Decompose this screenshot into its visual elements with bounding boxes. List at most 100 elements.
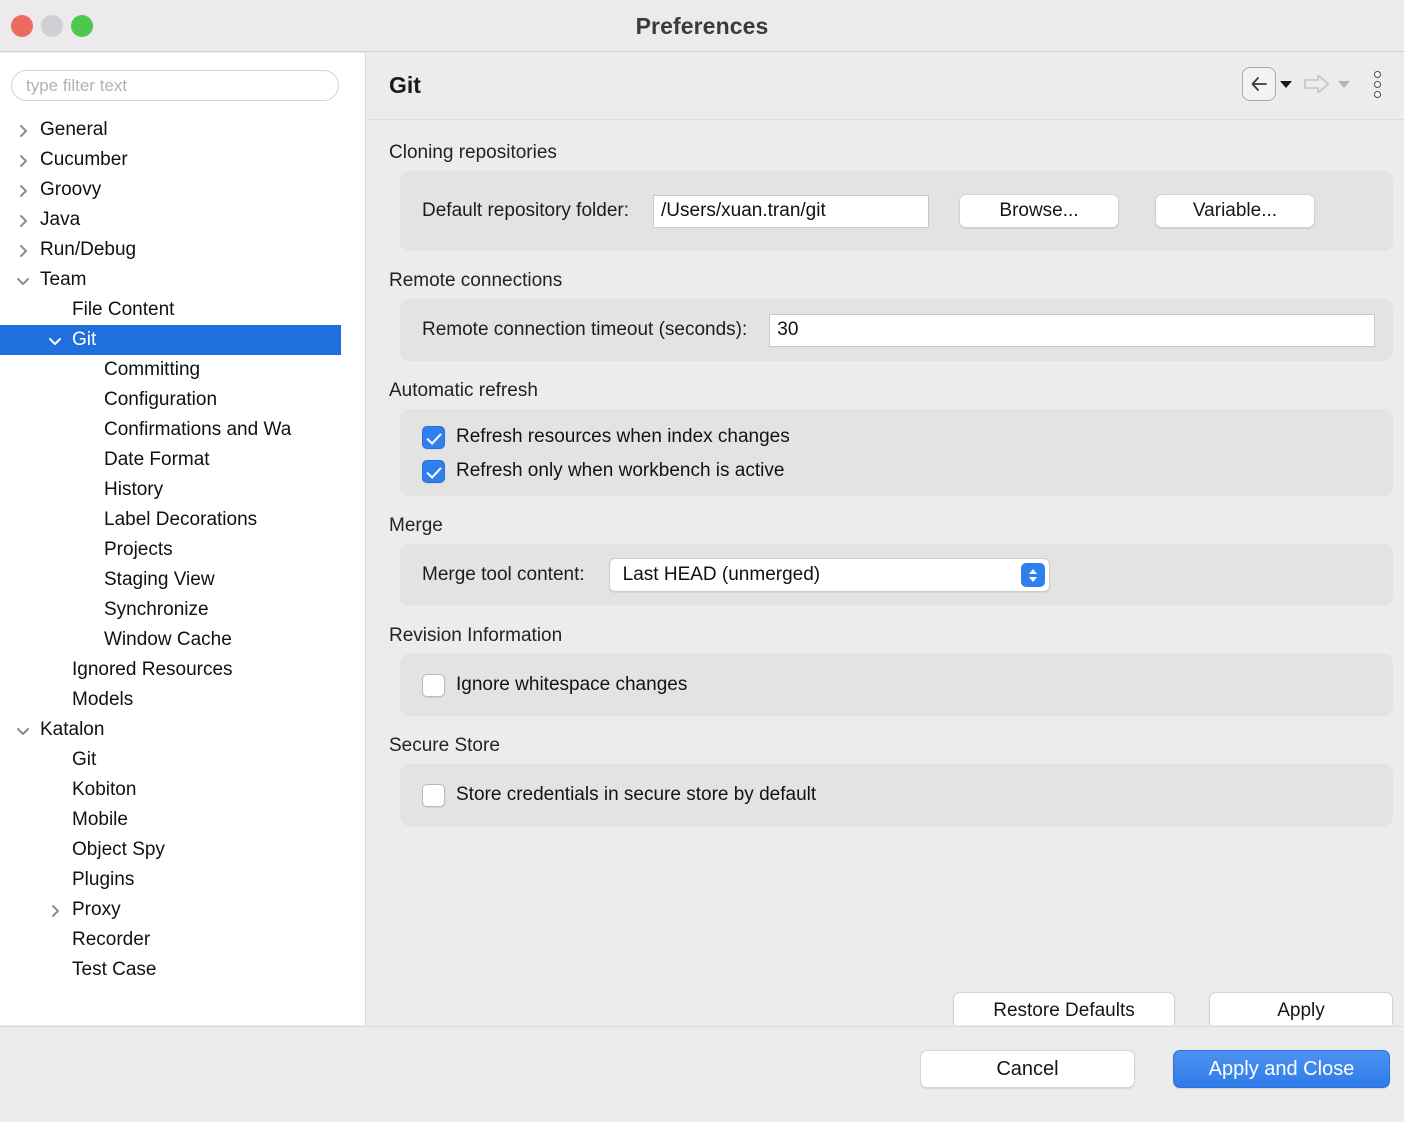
sidebar-item-file-content[interactable]: File Content xyxy=(0,295,365,325)
sidebar-item-run-debug[interactable]: Run/Debug xyxy=(0,235,365,265)
tree-twisty[interactable] xyxy=(16,154,29,167)
sidebar-item-label: Run/Debug xyxy=(40,239,137,260)
page-action-buttons: Restore Defaults Apply xyxy=(953,992,1393,1025)
sidebar-item-confirmations-and-wa[interactable]: Confirmations and Wa xyxy=(0,415,365,445)
preferences-sidebar: General Cucumber Groovy Java Run/Debug Team Fi… xyxy=(0,53,366,1025)
sidebar-item-java[interactable]: Java xyxy=(0,205,365,235)
page-title: Git xyxy=(389,72,421,98)
merge-tool-content-label: Merge tool content: xyxy=(422,564,585,585)
preferences-window: Preferences General Cucumber Groovy Java Run… xyxy=(0,0,1404,1122)
apply-button[interactable]: Apply xyxy=(1209,992,1393,1025)
sidebar-item-label: Team xyxy=(40,269,87,290)
remote-group: Remote connection timeout (seconds): xyxy=(400,299,1393,361)
store-credentials-checkbox-row[interactable]: Store credentials in secure store by def… xyxy=(422,778,1393,812)
sidebar-item-git[interactable]: Git xyxy=(0,325,341,355)
tree-twisty[interactable] xyxy=(16,214,29,227)
refresh-workbench-checkbox-row[interactable]: Refresh only when workbench is active xyxy=(422,454,1393,488)
restore-defaults-button[interactable]: Restore Defaults xyxy=(953,992,1175,1025)
sidebar-item-plugins[interactable]: Plugins xyxy=(0,865,365,895)
back-arrow-icon xyxy=(1251,77,1267,91)
sidebar-item-synchronize[interactable]: Synchronize xyxy=(0,595,365,625)
section-remote-connections: Remote connections Remote connection tim… xyxy=(367,270,1404,361)
tree-twisty[interactable] xyxy=(48,334,61,347)
sidebar-item-label: Object Spy xyxy=(72,839,165,860)
section-merge: Merge Merge tool content: Last HEAD (unm… xyxy=(367,515,1404,606)
sidebar-item-label: Projects xyxy=(104,539,173,560)
tree-twisty[interactable] xyxy=(16,274,29,287)
forward-button[interactable] xyxy=(1300,67,1334,101)
ignore-whitespace-checkbox-row[interactable]: Ignore whitespace changes xyxy=(422,668,1393,702)
sidebar-item-label: Window Cache xyxy=(104,629,232,650)
browse-button[interactable]: Browse... xyxy=(959,194,1119,228)
sidebar-item-recorder[interactable]: Recorder xyxy=(0,925,365,955)
chevron-right-icon[interactable] xyxy=(48,904,62,918)
forward-history-dropdown[interactable] xyxy=(1336,67,1352,101)
sidebar-item-staging-view[interactable]: Staging View xyxy=(0,565,365,595)
sidebar-item-katalon[interactable]: Katalon xyxy=(0,715,365,745)
chevron-down-icon[interactable] xyxy=(16,724,30,738)
remote-timeout-input[interactable] xyxy=(769,313,1375,347)
variable-button[interactable]: Variable... xyxy=(1155,194,1315,228)
tree-twisty[interactable] xyxy=(16,184,29,197)
sidebar-item-git[interactable]: Git xyxy=(0,745,365,775)
tree-twisty[interactable] xyxy=(16,724,29,737)
dialog-footer: Cancel Apply and Close xyxy=(0,1026,1404,1122)
secure-store-group: Store credentials in secure store by def… xyxy=(400,764,1393,826)
chevron-down-icon[interactable] xyxy=(16,274,30,288)
sidebar-item-cucumber[interactable]: Cucumber xyxy=(0,145,365,175)
default-repository-folder-input[interactable] xyxy=(653,194,929,228)
sidebar-item-label: Configuration xyxy=(104,389,218,410)
sidebar-item-label-decorations[interactable]: Label Decorations xyxy=(0,505,365,535)
merge-tool-content-value: Last HEAD (unmerged) xyxy=(622,564,821,585)
preferences-content: Git Cloning repositories Default reposit… xyxy=(367,53,1404,1025)
chevron-right-icon[interactable] xyxy=(16,214,30,228)
chevron-right-icon[interactable] xyxy=(16,124,30,138)
tree-twisty[interactable] xyxy=(16,244,29,257)
sidebar-item-models[interactable]: Models xyxy=(0,685,365,715)
sidebar-item-window-cache[interactable]: Window Cache xyxy=(0,625,365,655)
sidebar-item-label: Groovy xyxy=(40,179,102,200)
sidebar-item-committing[interactable]: Committing xyxy=(0,355,365,385)
sidebar-item-groovy[interactable]: Groovy xyxy=(0,175,365,205)
chevron-right-icon[interactable] xyxy=(16,184,30,198)
sidebar-item-test-case[interactable]: Test Case xyxy=(0,955,365,985)
back-history-dropdown[interactable] xyxy=(1278,67,1294,101)
sidebar-item-general[interactable]: General xyxy=(0,115,365,145)
tree-twisty[interactable] xyxy=(48,904,61,917)
cancel-button[interactable]: Cancel xyxy=(920,1050,1135,1088)
filter-input[interactable] xyxy=(11,70,339,101)
section-title: Merge xyxy=(389,515,443,536)
refresh-index-checkbox-row[interactable]: Refresh resources when index changes xyxy=(422,420,1393,454)
sidebar-item-mobile[interactable]: Mobile xyxy=(0,805,365,835)
chevron-right-icon[interactable] xyxy=(16,244,30,258)
sidebar-item-date-format[interactable]: Date Format xyxy=(0,445,365,475)
sidebar-item-label: Cucumber xyxy=(40,149,128,170)
sidebar-item-label: Ignored Resources xyxy=(72,659,233,680)
chevron-down-icon[interactable] xyxy=(48,334,62,348)
sidebar-item-ignored-resources[interactable]: Ignored Resources xyxy=(0,655,365,685)
sidebar-item-configuration[interactable]: Configuration xyxy=(0,385,365,415)
sidebar-item-history[interactable]: History xyxy=(0,475,365,505)
sidebar-item-kobiton[interactable]: Kobiton xyxy=(0,775,365,805)
sidebar-item-proxy[interactable]: Proxy xyxy=(0,895,365,925)
sidebar-item-projects[interactable]: Projects xyxy=(0,535,365,565)
default-repository-folder-label: Default repository folder: xyxy=(422,200,629,221)
apply-and-close-button[interactable]: Apply and Close xyxy=(1173,1050,1390,1088)
preferences-tree: General Cucumber Groovy Java Run/Debug Team Fi… xyxy=(0,115,365,985)
ignore-whitespace-label: Ignore whitespace changes xyxy=(456,674,688,695)
refresh-index-checkbox[interactable] xyxy=(422,425,445,449)
chevron-updown-icon xyxy=(1020,563,1045,587)
ignore-whitespace-checkbox[interactable] xyxy=(422,673,445,697)
sidebar-item-team[interactable]: Team xyxy=(0,265,365,295)
refresh-workbench-checkbox[interactable] xyxy=(422,459,445,483)
store-credentials-checkbox[interactable] xyxy=(422,783,445,807)
chevron-right-icon[interactable] xyxy=(16,154,30,168)
sidebar-item-object-spy[interactable]: Object Spy xyxy=(0,835,365,865)
merge-tool-content-select[interactable]: Last HEAD (unmerged) xyxy=(608,558,1050,592)
back-button[interactable] xyxy=(1242,67,1276,101)
view-menu-button[interactable] xyxy=(1364,67,1390,101)
tree-twisty[interactable] xyxy=(16,124,29,137)
section-title: Automatic refresh xyxy=(389,380,538,401)
sidebar-item-label: Label Decorations xyxy=(104,509,258,530)
sidebar-item-label: Mobile xyxy=(72,809,128,830)
